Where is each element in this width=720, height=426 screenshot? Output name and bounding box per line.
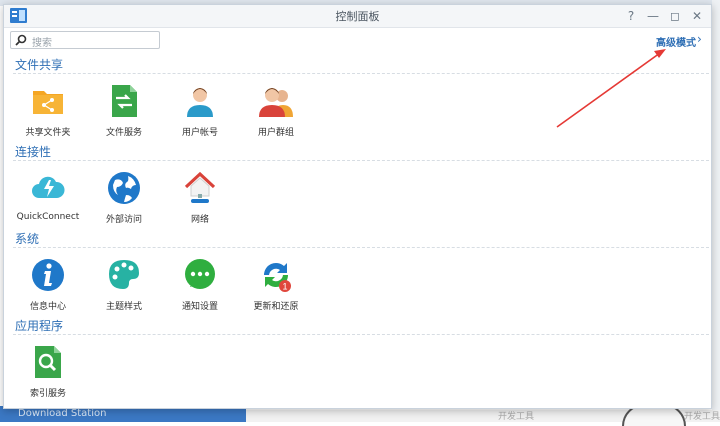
- chevron-right-icon[interactable]: ›: [697, 32, 702, 46]
- section-divider: [13, 247, 709, 248]
- item-file-services[interactable]: 文件服务: [84, 83, 164, 138]
- section-divider: [13, 73, 709, 74]
- info-center-icon: [32, 259, 64, 291]
- maximize-button[interactable]: ◻: [668, 9, 682, 23]
- item-quickconnect[interactable]: QuickConnect: [8, 170, 88, 222]
- control-panel-window: 控制面板 ? — ◻ ✕ 搜索 高级模式 › 文件共享 共享文件夹 文件服务 用…: [3, 4, 712, 409]
- update-restore-icon: 1: [263, 262, 291, 292]
- search-placeholder: 搜索: [32, 38, 52, 49]
- item-label: 网络: [190, 215, 209, 225]
- user-icon: [187, 88, 213, 117]
- item-label: 信息中心: [29, 302, 66, 312]
- update-badge: 1: [282, 282, 287, 292]
- item-label: 文件服务: [105, 128, 142, 138]
- item-label: 共享文件夹: [25, 128, 71, 138]
- item-label: 用户帐号: [181, 128, 218, 138]
- external-access-icon: [108, 172, 140, 204]
- shared-folder-icon: [33, 91, 63, 114]
- desktop-background-right: [712, 0, 720, 422]
- item-label: 通知设置: [181, 302, 218, 312]
- title-bar[interactable]: 控制面板 ? — ◻ ✕: [4, 5, 711, 28]
- item-theme[interactable]: 主题样式: [84, 257, 164, 312]
- item-info-center[interactable]: 信息中心: [8, 257, 88, 312]
- help-button[interactable]: ?: [624, 9, 638, 23]
- item-update-restore[interactable]: 1 更新和还原: [236, 257, 316, 312]
- group-icon: [259, 88, 293, 117]
- item-label: 更新和还原: [253, 302, 299, 312]
- indexing-service-icon: [35, 346, 61, 378]
- item-indexing-service[interactable]: 索引服务: [8, 344, 88, 399]
- minimize-button[interactable]: —: [646, 9, 660, 23]
- window-title: 控制面板: [335, 10, 380, 23]
- item-user-account[interactable]: 用户帐号: [160, 83, 240, 138]
- item-network[interactable]: 网络: [160, 170, 240, 225]
- item-label: 索引服务: [29, 389, 66, 399]
- background-text: 开发工具: [684, 412, 720, 422]
- search-input[interactable]: 搜索: [10, 31, 160, 49]
- section-title-connectivity: 连接性: [15, 145, 52, 159]
- background-text: 开发工具: [498, 412, 535, 422]
- section-divider: [13, 334, 709, 335]
- item-label: 用户群组: [257, 128, 294, 138]
- item-shared-folder[interactable]: 共享文件夹: [8, 83, 88, 138]
- section-title-applications: 应用程序: [15, 319, 64, 333]
- item-user-group[interactable]: 用户群组: [236, 83, 316, 138]
- item-label: QuickConnect: [16, 212, 80, 222]
- section-title-file-sharing: 文件共享: [15, 58, 64, 72]
- notification-icon: [185, 259, 215, 289]
- search-icon: [15, 34, 27, 46]
- item-label: 外部访问: [105, 215, 142, 225]
- advanced-mode-link[interactable]: 高级模式: [656, 34, 696, 49]
- theme-icon: [109, 260, 139, 289]
- section-title-system: 系统: [15, 232, 40, 246]
- close-button[interactable]: ✕: [690, 9, 704, 23]
- network-icon: [184, 171, 216, 203]
- file-services-icon: [112, 85, 137, 117]
- section-divider: [13, 160, 709, 161]
- item-notification[interactable]: 通知设置: [160, 257, 240, 312]
- item-external-access[interactable]: 外部访问: [84, 170, 164, 225]
- quickconnect-icon: [32, 176, 65, 198]
- item-label: 主题样式: [105, 302, 142, 312]
